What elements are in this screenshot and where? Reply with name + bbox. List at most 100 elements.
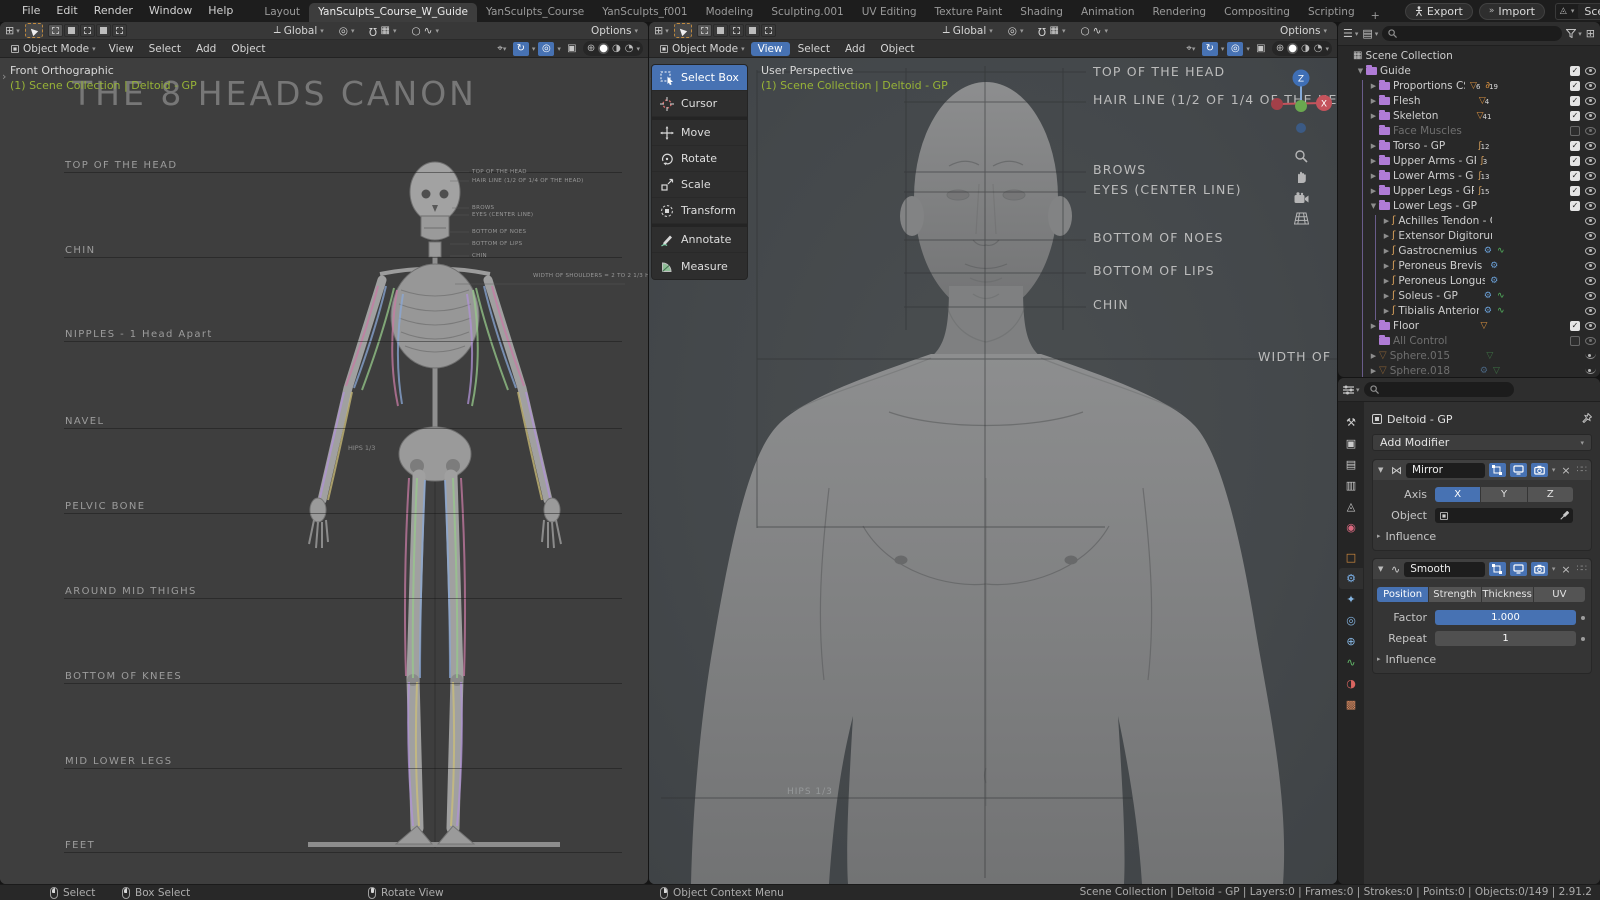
expand-arrow-icon[interactable]: ▶ bbox=[1368, 352, 1379, 360]
animate-dot-icon[interactable] bbox=[1581, 637, 1585, 641]
visibility-eye-icon[interactable] bbox=[1585, 82, 1596, 90]
select-mode-set[interactable] bbox=[48, 24, 63, 37]
collection-checkbox[interactable] bbox=[1570, 336, 1580, 346]
axis-y-button[interactable]: Y bbox=[1481, 487, 1526, 502]
expand-arrow-icon[interactable]: ▶ bbox=[1368, 142, 1379, 150]
collection-checkbox[interactable]: ✓ bbox=[1570, 96, 1580, 106]
collection-checkbox[interactable]: ✓ bbox=[1570, 141, 1580, 151]
outliner-editor-icon[interactable]: ☰▾ bbox=[1343, 27, 1358, 40]
visibility-eye-icon[interactable] bbox=[1585, 142, 1596, 150]
tool-transform[interactable]: Transform bbox=[652, 198, 747, 224]
output-properties-tab[interactable]: ▤ bbox=[1339, 454, 1363, 475]
world-properties-tab[interactable]: ◉ bbox=[1339, 517, 1363, 538]
show-gizmo-toggle[interactable]: ⌖▾ bbox=[494, 42, 510, 56]
scene-name[interactable]: Scene bbox=[1578, 4, 1600, 19]
workspace-tab-modeling[interactable]: Modeling bbox=[697, 3, 763, 22]
edit-mode-toggle[interactable] bbox=[1489, 562, 1506, 576]
overlays-toggle[interactable]: ◎ bbox=[538, 42, 554, 56]
add-workspace-button[interactable]: + bbox=[1364, 9, 1387, 22]
collection-checkbox[interactable]: ✓ bbox=[1570, 156, 1580, 166]
object-menu[interactable]: Object bbox=[224, 42, 272, 56]
remove-modifier-button[interactable]: × bbox=[1559, 563, 1572, 576]
outliner-row-guide[interactable]: ▼Guide✓ bbox=[1338, 63, 1600, 78]
visibility-eye-icon[interactable] bbox=[1585, 232, 1596, 240]
expand-arrow-icon[interactable]: ▶ bbox=[1381, 262, 1392, 270]
visibility-eye-icon[interactable] bbox=[1585, 337, 1596, 345]
outliner-row-scene-collection[interactable]: ▦Scene Collection bbox=[1338, 48, 1600, 63]
expand-arrow-icon[interactable]: ▶ bbox=[1368, 97, 1379, 105]
tab-strength[interactable]: Strength bbox=[1429, 587, 1480, 602]
pivot-point-dropdown[interactable]: ◎▾ bbox=[1003, 24, 1029, 38]
expand-arrow-icon[interactable]: ▼ bbox=[1378, 565, 1387, 573]
add-menu[interactable]: Add bbox=[838, 42, 872, 56]
axis-z-button[interactable]: Z bbox=[1528, 487, 1573, 502]
menu-file[interactable]: File bbox=[14, 0, 48, 22]
outliner-row-sphere-015[interactable]: ▶▽Sphere.015▽ bbox=[1338, 348, 1600, 363]
drag-handle[interactable]: ∷∷ bbox=[1577, 465, 1586, 475]
filter-icon[interactable]: ▾ bbox=[1566, 29, 1582, 38]
outliner-row-skeleton[interactable]: ▶Skeleton▽41✓ bbox=[1338, 108, 1600, 123]
scene-properties-tab[interactable]: ◬ bbox=[1339, 496, 1363, 517]
realtime-display-toggle[interactable] bbox=[1510, 562, 1527, 576]
editor-type-selector[interactable]: ⊞▾ bbox=[654, 24, 669, 37]
xray-toggle[interactable]: ▣ bbox=[1253, 42, 1269, 56]
animate-dot-icon[interactable] bbox=[1581, 616, 1585, 620]
editor-type-selector[interactable]: ⊞▾ bbox=[5, 24, 20, 37]
expand-arrow-icon[interactable]: ▼ bbox=[1355, 67, 1366, 75]
pivot-point-dropdown[interactable]: ◎▾ bbox=[334, 24, 360, 38]
select-mode-intersect[interactable] bbox=[761, 24, 776, 37]
menu-render[interactable]: Render bbox=[86, 0, 141, 22]
mirror-object-field[interactable] bbox=[1435, 508, 1573, 523]
toolbar-expand-chevron[interactable]: › bbox=[2, 70, 6, 83]
modifier-extras-dropdown[interactable]: ▾ bbox=[1552, 565, 1556, 573]
expand-arrow-icon[interactable]: ▶ bbox=[1381, 232, 1392, 240]
visibility-eye-icon[interactable] bbox=[1585, 292, 1596, 300]
select-mode-intersect[interactable] bbox=[112, 24, 127, 37]
gizmos-dropdown[interactable]: ▾ bbox=[1221, 45, 1225, 53]
shading-dropdown[interactable]: ▾ bbox=[636, 45, 640, 53]
collection-checkbox[interactable]: ✓ bbox=[1570, 171, 1580, 181]
workspace-tab-compositing[interactable]: Compositing bbox=[1215, 3, 1299, 22]
expand-arrow-icon[interactable]: ▶ bbox=[1368, 82, 1379, 90]
properties-search-input[interactable] bbox=[1364, 382, 1514, 397]
drag-handle[interactable]: ∷∷ bbox=[1577, 564, 1586, 574]
solid-shading-button[interactable]: ● bbox=[598, 43, 609, 54]
collection-checkbox[interactable]: ✓ bbox=[1570, 66, 1580, 76]
select-mode-extend[interactable] bbox=[713, 24, 728, 37]
workspace-tab-sculpting-001[interactable]: Sculpting.001 bbox=[762, 3, 852, 22]
rendered-shading-button[interactable]: ◔ bbox=[1313, 43, 1324, 54]
zoom-icon[interactable] bbox=[1293, 147, 1310, 164]
viewport-left-canvas[interactable]: › Front Orthographic (1) Scene Collectio… bbox=[0, 58, 648, 884]
outliner-row-lower-legs-gp[interactable]: ▼Lower Legs - GP✓ bbox=[1338, 198, 1600, 213]
constraints-properties-tab[interactable]: ⊕ bbox=[1339, 631, 1363, 652]
influence-subpanel-mirror[interactable]: ▸Influence bbox=[1373, 528, 1585, 544]
collection-checkbox[interactable]: ✓ bbox=[1570, 111, 1580, 121]
snap-dropdown[interactable]: Ω▦▾ bbox=[1033, 24, 1070, 38]
collection-checkbox[interactable]: ✓ bbox=[1570, 81, 1580, 91]
axis-x-button[interactable]: X bbox=[1435, 487, 1480, 502]
outliner-row-sphere-018[interactable]: ▶▽Sphere.018⚙▽ bbox=[1338, 363, 1600, 377]
visibility-eye-icon[interactable] bbox=[1585, 217, 1596, 225]
gizmos-dropdown[interactable]: ▾ bbox=[532, 45, 536, 53]
material-properties-tab[interactable]: ◑ bbox=[1339, 673, 1363, 694]
wireframe-shading-button[interactable]: ⊕ bbox=[586, 43, 596, 54]
active-tool-button[interactable]: ▶ bbox=[674, 23, 692, 38]
solid-shading-button[interactable]: ● bbox=[1287, 43, 1298, 54]
modifier-name-field[interactable]: Smooth bbox=[1404, 562, 1485, 577]
collection-checkbox[interactable]: ✓ bbox=[1570, 201, 1580, 211]
select-menu[interactable]: Select bbox=[791, 42, 837, 56]
properties-editor-icon[interactable]: ▾ bbox=[1343, 385, 1360, 395]
pan-hand-icon[interactable] bbox=[1293, 168, 1310, 185]
proportional-editing-dropdown[interactable]: ○∿▾ bbox=[406, 24, 444, 38]
expand-arrow-icon[interactable]: ▼ bbox=[1368, 202, 1379, 210]
transform-orientation-dropdown[interactable]: ⟂Global▾ bbox=[269, 23, 329, 38]
active-tool-button[interactable]: ▶ bbox=[25, 23, 43, 38]
gizmos-toggle[interactable]: ↻ bbox=[1202, 42, 1218, 56]
transform-orientation-dropdown[interactable]: ⟂Global▾ bbox=[938, 23, 998, 38]
outliner-row-torso-gp[interactable]: ▶Torso - GPʃ12✓ bbox=[1338, 138, 1600, 153]
outliner-row-proportions-cs[interactable]: ▶Proportions CS▽6∂19✓ bbox=[1338, 78, 1600, 93]
mode-selector[interactable]: Object Mode▾ bbox=[654, 42, 750, 56]
modifier-name-field[interactable]: Mirror bbox=[1406, 463, 1485, 478]
outliner-row-all-control[interactable]: All Control bbox=[1338, 333, 1600, 348]
expand-arrow-icon[interactable]: ▶ bbox=[1381, 247, 1392, 255]
